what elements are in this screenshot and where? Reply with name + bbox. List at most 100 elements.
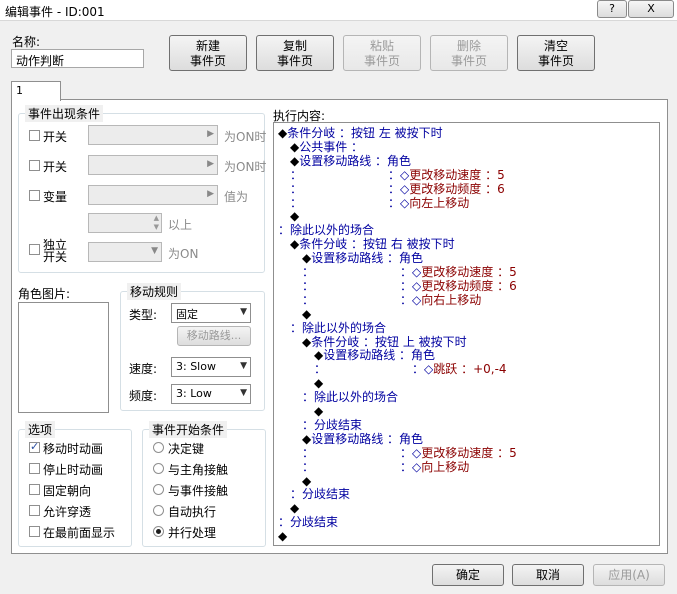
command-line[interactable]: ◆ <box>278 529 287 543</box>
sub-command-marker: ：◇ <box>400 278 422 293</box>
command-line[interactable]: ： ：◇更改移动速度 ：5 <box>302 446 517 460</box>
command-branch-marker: ： <box>302 459 315 474</box>
option-walk-anim-checkbox[interactable] <box>29 440 40 453</box>
command-line[interactable]: ◆ <box>302 474 311 488</box>
command-branch-marker: ： <box>302 445 315 460</box>
clear-page-button[interactable]: 清空 事件页 <box>517 35 595 71</box>
new-page-label-2: 事件页 <box>189 54 226 68</box>
sub-command-marker: ：◇ <box>400 265 422 279</box>
command-line[interactable]: ：除此以外的场合 <box>290 321 386 335</box>
command-line[interactable]: ：分歧结束 <box>290 487 350 501</box>
variable-checkbox[interactable] <box>29 190 40 201</box>
graphic-preview[interactable] <box>18 302 109 413</box>
command-branch-marker: ： <box>314 362 327 377</box>
stepper-down-icon[interactable]: ▼ <box>154 223 159 231</box>
command-line[interactable]: ◆ <box>302 307 311 321</box>
command-text: 设置移动路线 ：角色 <box>311 431 424 446</box>
command-branch-marker: ： <box>290 167 303 182</box>
trigger-event-touch-label: 与事件接触 <box>168 484 229 498</box>
close-button[interactable]: X <box>628 0 674 18</box>
command-diamond-icon: ◆ <box>302 431 312 446</box>
command-line[interactable]: ： ：◇向右上移动 <box>302 293 481 307</box>
command-line[interactable]: ： ：◇更改移动频度 ：6 <box>290 182 505 196</box>
trigger-parallel-radio[interactable] <box>153 526 164 537</box>
command-text: 向上移动 <box>421 459 470 474</box>
trigger-autorun-radio[interactable] <box>153 505 164 516</box>
command-line[interactable]: ◆ <box>314 404 323 418</box>
speed-arrow-icon: ▼ <box>240 361 247 371</box>
command-line[interactable]: ◆ <box>290 501 299 515</box>
variable-value-stepper[interactable]: ▲ ▼ <box>88 213 162 233</box>
copy-page-button[interactable]: 复制 事件页 <box>256 35 334 71</box>
option-through-checkbox[interactable] <box>29 505 40 516</box>
command-line[interactable]: ◆设置移动路线 ：角色 <box>314 348 435 362</box>
conditions-title: 事件出现条件 <box>25 105 104 122</box>
switch2-checkbox[interactable] <box>29 160 40 171</box>
command-diamond-icon: ◆ <box>290 209 300 224</box>
trigger-action-radio[interactable] <box>153 442 164 453</box>
command-line[interactable]: ◆条件分岐 ：按钮 右 被按下时 <box>290 237 455 251</box>
sub-command-marker: ：◇ <box>388 195 410 210</box>
trigger-event-touch-radio[interactable] <box>153 484 164 495</box>
option-direction-fix-checkbox[interactable] <box>29 484 40 495</box>
command-line[interactable]: ： ：◇向上移动 <box>302 460 469 474</box>
help-button[interactable]: ? <box>597 0 627 18</box>
command-line[interactable]: ： ：◇跳跃 ：+0,-4 <box>314 362 507 376</box>
freq-select[interactable]: 3: Low ▼ <box>171 384 251 404</box>
apply-button[interactable]: 应用(A) <box>593 564 665 586</box>
tab-page-1[interactable]: 1 <box>11 81 61 101</box>
command-text: 分歧结束 <box>314 417 363 432</box>
variable-label: 变量 <box>43 190 68 204</box>
type-select[interactable]: 固定 ▼ <box>171 303 251 323</box>
new-page-button[interactable]: 新建 事件页 <box>169 35 247 71</box>
speed-select[interactable]: 3: Slow ▼ <box>171 357 251 377</box>
self-switch-select[interactable]: ▼ <box>88 242 162 262</box>
trigger-action-label: 决定键 <box>168 442 205 456</box>
option-always-top-checkbox[interactable] <box>29 526 40 537</box>
command-line[interactable]: ◆设置移动路线 ：角色 <box>290 154 411 168</box>
move-route-button[interactable]: 移动路线... <box>177 326 251 346</box>
command-line[interactable]: ： ：◇更改移动速度 ：5 <box>290 168 505 182</box>
command-line[interactable]: ：分歧结束 <box>302 418 362 432</box>
command-line[interactable]: ◆ <box>314 376 323 390</box>
command-line[interactable]: ： ：◇更改移动频度 ：6 <box>302 279 517 293</box>
command-branch-marker: ： <box>302 390 315 405</box>
command-line[interactable]: ： ：◇更改移动速度 ：5 <box>302 265 517 279</box>
sub-command-marker: ：◇ <box>412 362 434 377</box>
command-line[interactable]: ◆设置移动路线 ：角色 <box>302 251 423 265</box>
command-line[interactable]: ：除此以外的场合 <box>302 390 398 404</box>
command-diamond-icon: ◆ <box>314 404 324 418</box>
speed-label: 速度: <box>129 362 158 376</box>
freq-label: 频度: <box>129 389 158 403</box>
variable-select[interactable]: ▶ <box>88 185 218 205</box>
command-line[interactable]: ：分歧结束 <box>278 515 338 529</box>
option-always-top-label: 在最前面显示 <box>43 526 116 540</box>
name-input[interactable]: 动作判断 <box>11 49 144 68</box>
delete-page-button[interactable]: 删除 事件页 <box>430 35 508 71</box>
command-branch-marker: ： <box>290 320 303 335</box>
sub-command-marker: ：◇ <box>388 167 410 182</box>
type-label: 类型: <box>129 308 158 322</box>
trigger-player-touch-radio[interactable] <box>153 463 164 474</box>
stepper-up-icon[interactable]: ▲ <box>154 214 159 222</box>
variable-above-label: 以上 <box>168 218 193 232</box>
contents-list[interactable]: ◆条件分岐 ：按钮 左 被按下时 ◆公共事件 ： ◆设置移动路线 ：角色：：◇更改移… <box>273 122 660 546</box>
command-line[interactable]: ◆设置移动路线 ：角色 <box>302 432 423 446</box>
command-line[interactable]: ：除此以外的场合 <box>278 223 374 237</box>
command-line[interactable]: ◆条件分岐 ：按钮 左 被按下时 <box>278 126 443 140</box>
cancel-label: 取消 <box>535 568 560 582</box>
self-switch-checkbox[interactable] <box>29 244 40 255</box>
command-line[interactable]: ◆ <box>290 209 299 223</box>
cancel-button[interactable]: 取消 <box>512 564 584 586</box>
command-line[interactable]: ◆条件分岐 ：按钮 上 被按下时 <box>302 335 467 349</box>
command-text: 向右上移动 <box>421 292 482 307</box>
switch1-select[interactable]: ▶ <box>88 125 218 145</box>
option-step-anim-checkbox[interactable] <box>29 463 40 474</box>
paste-page-button[interactable]: 粘贴 事件页 <box>343 35 421 71</box>
command-line[interactable]: ： ：◇向左上移动 <box>290 196 469 210</box>
switch2-select[interactable]: ▶ <box>88 155 218 175</box>
close-icon: X <box>647 2 655 15</box>
switch1-checkbox[interactable] <box>29 130 40 141</box>
ok-button[interactable]: 确定 <box>432 564 504 586</box>
command-line[interactable]: ◆公共事件 ： <box>290 140 363 154</box>
